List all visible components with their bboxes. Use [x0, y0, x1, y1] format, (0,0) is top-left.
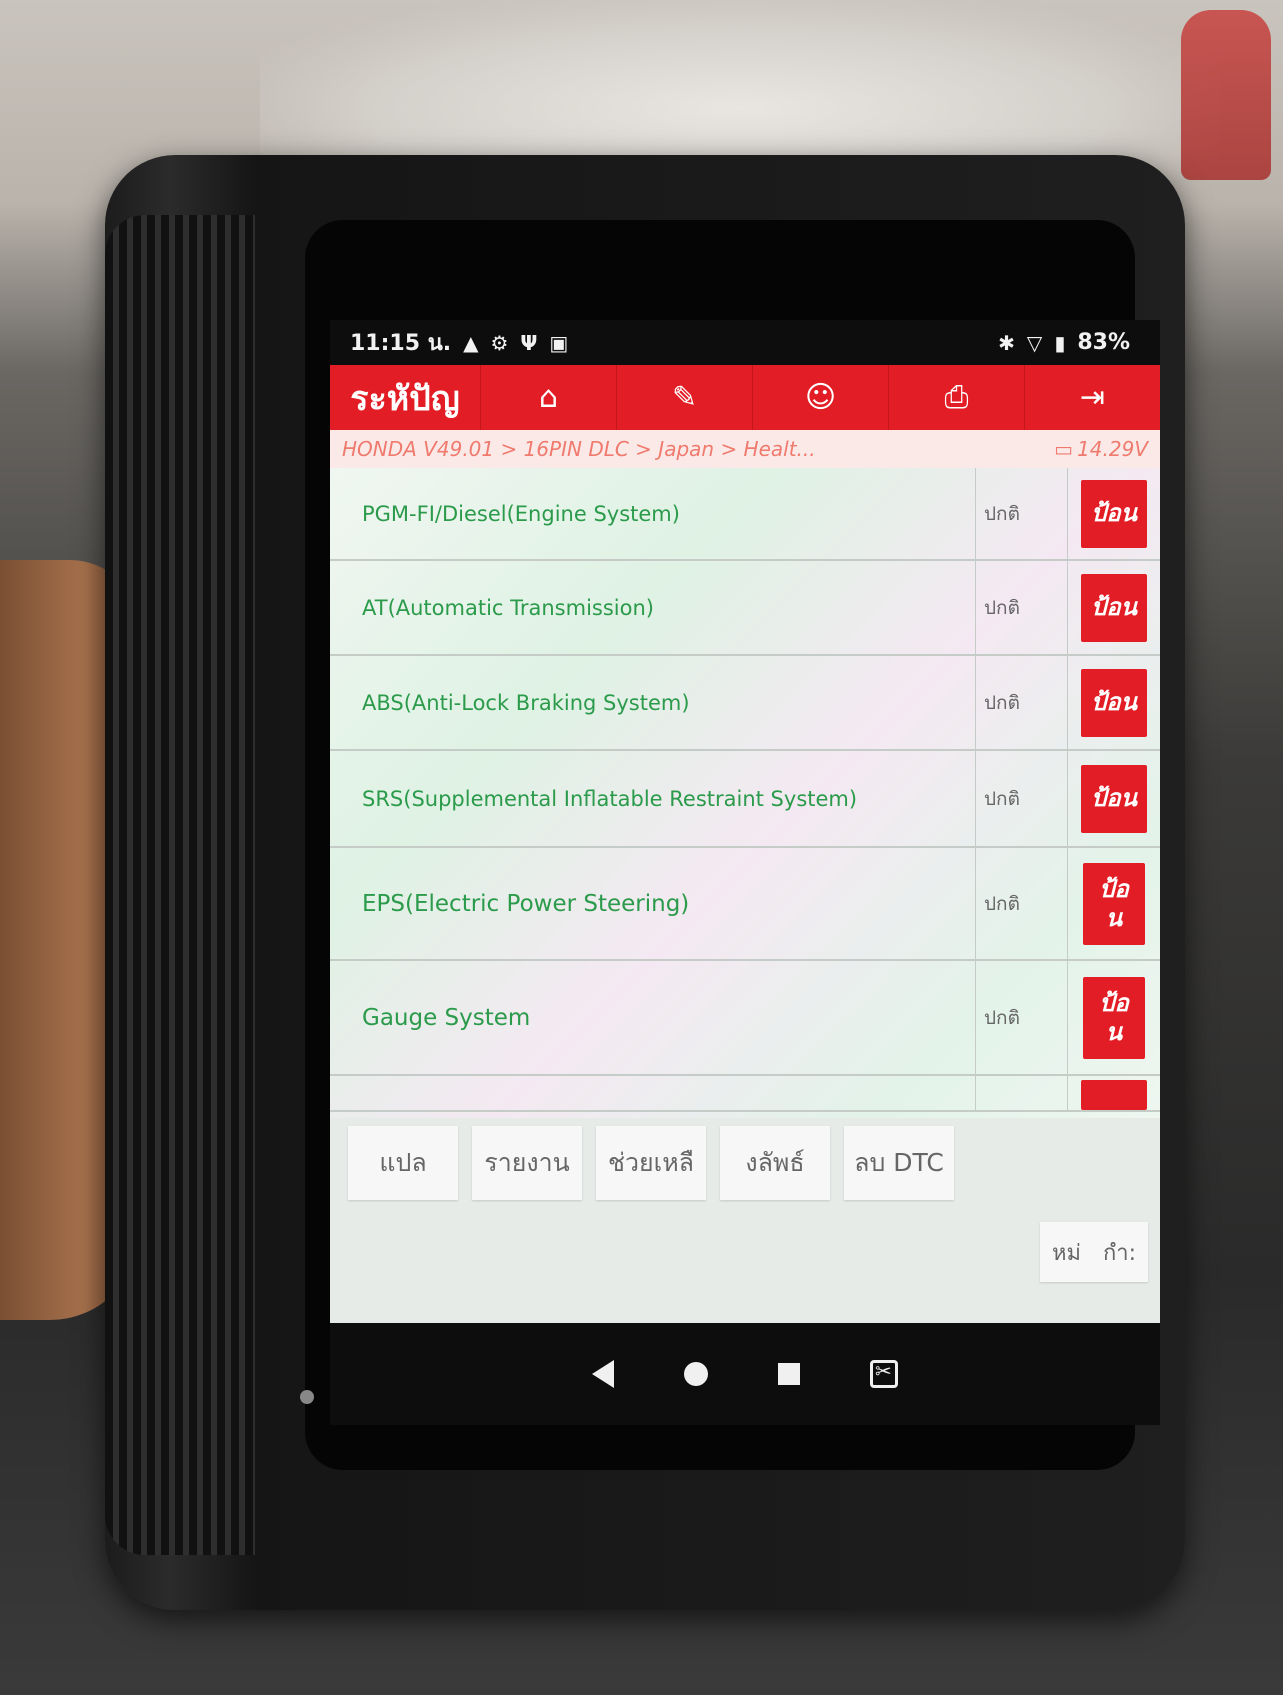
- results-button[interactable]: งลัพธ์: [720, 1126, 830, 1200]
- breadcrumb-path: HONDA V49.01 > 16PIN DLC > Japan > Healt…: [342, 437, 816, 461]
- usb-icon: Ψ: [520, 330, 538, 355]
- exit-button[interactable]: ⇥: [1024, 365, 1160, 430]
- action-footer: แปล รายงาน ช่วยเหลื งลัพธ์ ลบ DTC หม่ กำ…: [330, 1118, 1160, 1323]
- system-name: ABS(Anti-Lock Braking System): [330, 656, 976, 749]
- system-status: ปกติ: [976, 561, 1068, 654]
- home-circle-icon[interactable]: [684, 1362, 708, 1386]
- app-title: ระหัปัญ: [350, 378, 460, 419]
- system-name: EPS(Electric Power Steering): [330, 848, 976, 959]
- bluetooth-icon: ✱: [998, 330, 1015, 355]
- table-row-partial: [330, 1076, 1160, 1112]
- enter-button[interactable]: ป้อน: [1081, 668, 1147, 737]
- system-status: ปกติ: [976, 656, 1068, 749]
- exit-icon: ⇥: [1079, 380, 1106, 415]
- screenshot-icon[interactable]: [870, 1359, 898, 1388]
- system-list[interactable]: PGM-FI/Diesel(Engine System) ปกติ ป้อน A…: [330, 468, 1160, 1118]
- system-name: Gauge System: [330, 961, 976, 1074]
- print-button[interactable]: ⎙: [888, 365, 1024, 430]
- table-row: EPS(Electric Power Steering) ปกติ ป้อน: [330, 848, 1160, 961]
- print-icon: ⎙: [944, 380, 969, 415]
- enter-button[interactable]: [1081, 1080, 1147, 1110]
- voltage-value: 14.29V: [1077, 437, 1148, 461]
- enter-button[interactable]: ป้อน: [1083, 976, 1145, 1059]
- status-bar: 11:15 น. ▲ ⚙ Ψ ▣ ✱ ▽ ▮ 83%: [330, 320, 1160, 365]
- table-row: ABS(Anti-Lock Braking System) ปกติ ป้อน: [330, 656, 1160, 751]
- image-icon: ▣: [549, 330, 569, 355]
- report-button[interactable]: รายงาน: [472, 1126, 582, 1200]
- recent-apps-icon[interactable]: [778, 1363, 800, 1385]
- diagnostic-tablet: 11:15 น. ▲ ⚙ Ψ ▣ ✱ ▽ ▮ 83% ระหัปัญ ⌂ ✎ ☺…: [105, 155, 1185, 1610]
- table-row: SRS(Supplemental Inflatable Restraint Sy…: [330, 751, 1160, 848]
- background-person: [1181, 10, 1271, 180]
- enter-button[interactable]: ป้อน: [1081, 479, 1147, 548]
- table-row: PGM-FI/Diesel(Engine System) ปกติ ป้อน: [330, 468, 1160, 561]
- table-row: AT(Automatic Transmission) ปกติ ป้อน: [330, 561, 1160, 656]
- system-name: AT(Automatic Transmission): [330, 561, 976, 654]
- settings-badge-icon: ⚙: [490, 330, 509, 355]
- enter-button[interactable]: ป้อน: [1081, 573, 1147, 642]
- back-icon[interactable]: [592, 1360, 614, 1388]
- enter-button[interactable]: ป้อน: [1083, 862, 1145, 945]
- edit-note-button[interactable]: ✎: [616, 365, 752, 430]
- table-row: Gauge System ปกติ ป้อน: [330, 961, 1160, 1076]
- wifi-icon: ▽: [1026, 330, 1043, 355]
- home-button[interactable]: ⌂: [480, 365, 616, 430]
- app-toolbar: ระหัปัญ ⌂ ✎ ☺ ⎙ ⇥: [330, 365, 1160, 430]
- system-status: ปกติ: [976, 961, 1068, 1074]
- help-button[interactable]: ช่วยเหลื: [596, 1126, 706, 1200]
- system-name: SRS(Supplemental Inflatable Restraint Sy…: [330, 751, 976, 846]
- status-time: 11:15 น.: [350, 331, 452, 356]
- secondary-button[interactable]: หม่ กำ:: [1040, 1222, 1148, 1282]
- battery-level: 83%: [1077, 330, 1130, 355]
- background-car: [260, 0, 1220, 180]
- warning-icon: ▲: [463, 330, 479, 355]
- battery-icon: ▮: [1054, 330, 1066, 355]
- system-status: ปกติ: [976, 848, 1068, 959]
- edit-note-icon: ✎: [671, 380, 698, 415]
- breadcrumb: HONDA V49.01 > 16PIN DLC > Japan > Healt…: [330, 430, 1160, 468]
- system-status: ปกติ: [976, 751, 1068, 846]
- user-support-button[interactable]: ☺: [752, 365, 888, 430]
- voltage-readout: ▭ 14.29V: [1054, 437, 1148, 461]
- tablet-grip-ribs: [105, 215, 255, 1555]
- user-support-icon: ☺: [804, 380, 837, 415]
- tablet-screen: 11:15 น. ▲ ⚙ Ψ ▣ ✱ ▽ ▮ 83% ระหัปัญ ⌂ ✎ ☺…: [330, 320, 1160, 1425]
- enter-button[interactable]: ป้อน: [1081, 764, 1147, 833]
- android-nav-bar: [330, 1323, 1160, 1425]
- secondary-right-label: กำ:: [1102, 1240, 1137, 1266]
- clear-dtc-button[interactable]: ลบ DTC: [844, 1126, 954, 1200]
- system-name: PGM-FI/Diesel(Engine System): [330, 468, 976, 559]
- battery-voltage-icon: ▭: [1054, 437, 1074, 461]
- translate-button[interactable]: แปล: [348, 1126, 458, 1200]
- system-status: ปกติ: [976, 468, 1068, 559]
- secondary-left-label: หม่: [1051, 1240, 1081, 1266]
- camera-lens: [300, 1390, 314, 1404]
- home-icon: ⌂: [538, 380, 559, 415]
